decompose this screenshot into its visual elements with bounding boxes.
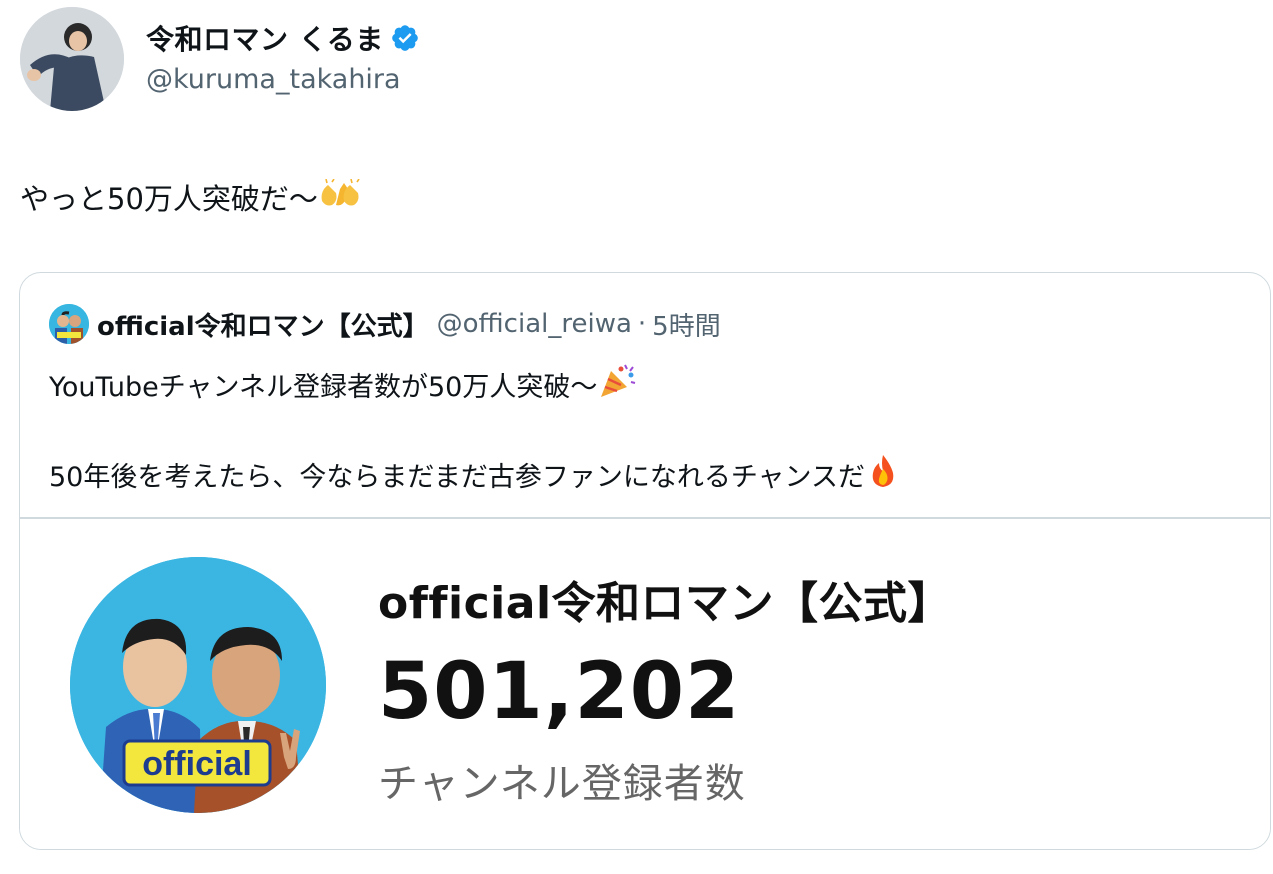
quoted-media-image[interactable]: official official令和ロマン【公式】 501,202 チャンネル… — [20, 519, 1270, 849]
channel-title: official令和ロマン【公式】 — [378, 578, 953, 629]
quoted-author-avatar[interactable] — [49, 304, 89, 344]
subscriber-label: チャンネル登録者数 — [378, 761, 746, 807]
author-handle[interactable]: @kuruma_takahira — [146, 64, 401, 95]
quoted-author-handle[interactable]: @official_reiwa — [437, 309, 632, 339]
separator-dot: · — [637, 309, 647, 339]
quoted-author-name[interactable]: official令和ロマン【公式】 — [97, 306, 429, 343]
author-avatar[interactable] — [20, 7, 124, 111]
verified-badge-icon — [390, 23, 420, 53]
quoted-timestamp[interactable]: 5時間 — [652, 306, 721, 343]
clapping-hands-icon — [318, 178, 362, 216]
quoted-tweet-card[interactable]: official令和ロマン【公式】 @official_reiwa · 5時間 … — [19, 272, 1271, 850]
avatar-badge-text: official — [142, 745, 252, 783]
quoted-text-line-2-content: 50年後を考えたら、今ならまだまだ古参ファンになれるチャンスだ — [49, 462, 866, 493]
quoted-tweet-header: official令和ロマン【公式】 @official_reiwa · 5時間 — [49, 304, 721, 344]
author-avatar-image — [20, 7, 124, 111]
tweet-text-content: やっと50万人突破だ〜 — [20, 182, 318, 216]
quoted-text-line-2: 50年後を考えたら、今ならまだまだ古参ファンになれるチャンスだ — [49, 453, 901, 496]
fire-icon — [865, 453, 901, 496]
author-name-row: 令和ロマン くるま — [146, 18, 420, 58]
subscriber-count: 501,202 — [378, 647, 741, 737]
tweet-page: 令和ロマン くるま @kuruma_takahira やっと50万人突破だ〜 o… — [0, 0, 1273, 874]
channel-avatar-image: official — [70, 557, 326, 813]
author-name[interactable]: 令和ロマン くるま — [146, 18, 384, 58]
quoted-text-line-1-content: YouTubeチャンネル登録者数が50万人突破〜 — [49, 372, 598, 403]
quoted-text-line-1: YouTubeチャンネル登録者数が50万人突破〜 — [49, 363, 637, 406]
party-popper-icon — [597, 363, 637, 406]
channel-avatar: official — [70, 557, 326, 813]
tweet-text: やっと50万人突破だ〜 — [20, 176, 362, 218]
